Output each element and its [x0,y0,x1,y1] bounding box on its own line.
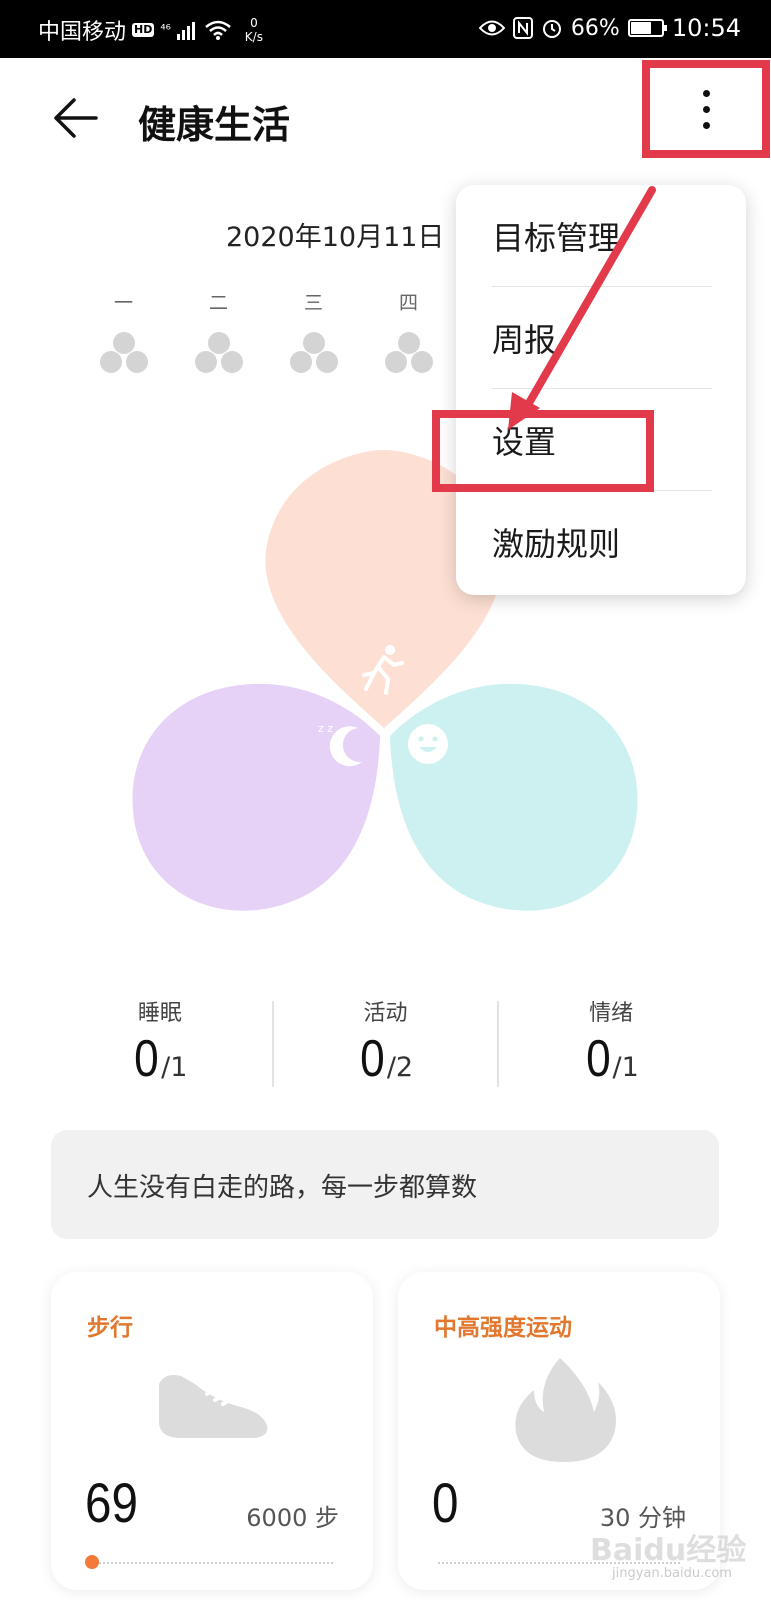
stat-activity[interactable]: 活动 0/2 [274,995,498,1095]
carrier-name: 中国移动 [38,20,127,45]
back-button[interactable] [52,96,100,140]
svg-text:z z: z z [318,722,333,735]
alarm-icon [542,20,561,38]
day-item[interactable]: 二 [171,288,266,374]
date-label[interactable]: 2020年10月11日 [226,215,444,254]
day-label: 一 [113,292,133,314]
stat-value: 0/2 [358,1033,413,1085]
smile-icon [408,724,448,764]
menu-item-label: 周报 [492,320,557,359]
stat-mood[interactable]: 情绪 0/1 [499,995,723,1095]
signal-icon [176,22,195,40]
walking-card[interactable]: 步行 69 6000 步 [51,1272,373,1590]
stat-value: 0/1 [584,1033,639,1085]
sleep-petal[interactable] [132,683,380,911]
day-item[interactable]: 三 [266,288,361,374]
stat-current: 0 [585,1030,611,1088]
stat-sleep[interactable]: 睡眠 0/1 [48,995,272,1095]
stat-current: 0 [360,1030,385,1088]
menu-item-goal-management[interactable]: 目标管理 [492,185,712,287]
more-dot [702,89,710,97]
day-item[interactable]: 一 [76,288,171,374]
battery-fill [630,22,651,34]
menu-item-weekly-report[interactable]: 周报 [492,287,712,389]
stat-current: 0 [134,1030,159,1088]
day-label: 二 [208,292,228,314]
stat-value: 0/1 [132,1033,187,1085]
app-header: 健康生活 [0,58,771,178]
stat-total: /1 [612,1052,639,1083]
day-label: 三 [303,292,323,314]
card-goal: 6000 步 [246,1504,339,1532]
network-type: ⁴⁶ [160,22,171,38]
status-bar: 中国移动 HD ⁴⁶ 0 K/s 66% 10:54 [0,0,771,58]
battery-icon [627,19,667,37]
flame-icon [515,1358,616,1462]
clover-icon [289,332,338,374]
speed-value: 0 [250,16,258,30]
stat-label: 睡眠 [137,1001,182,1026]
hd-badge: HD [132,23,155,37]
clock: 10:54 [671,14,741,42]
menu-item-label: 激励规则 [492,525,621,563]
more-options-button[interactable] [642,60,770,158]
clover-icon [194,332,243,374]
menu-item-incentive-rules[interactable]: 激励规则 [492,491,712,593]
back-arrow-icon [54,98,98,138]
day-label: 四 [398,292,418,314]
page-title: 健康生活 [138,103,291,147]
progress-dot [85,1555,99,1569]
stat-label: 情绪 [589,1001,634,1026]
more-dot [702,121,710,129]
card-title: 中高强度运动 [434,1315,572,1341]
card-value: 69 [85,1471,138,1534]
stats-row: 睡眠 0/1 活动 0/2 情绪 0/1 [48,995,723,1095]
status-right: 66% 10:54 [478,14,741,42]
overflow-menu: 目标管理 周报 设置 激励规则 [456,185,746,595]
card-value: 0 [432,1471,459,1534]
menu-item-label: 目标管理 [492,218,621,257]
wifi-icon [204,20,231,40]
battery-percent: 66% [570,15,620,41]
watermark-url: jingyan.baidu.com [612,1566,732,1581]
network-speed: 0 K/s [245,16,263,44]
week-row: 一 二 三 四 [76,288,456,374]
motto-text: 人生没有白走的路，每一步都算数 [87,1173,478,1203]
card-title: 步行 [87,1315,133,1341]
shoe-icon [159,1375,268,1438]
progress-track [91,1562,333,1564]
more-dot [702,105,710,113]
motto-banner: 人生没有白走的路，每一步都算数 [51,1130,719,1239]
watermark-logo: Baidu经验 [590,1533,747,1568]
stat-total: /2 [386,1052,414,1083]
stat-label: 活动 [363,1001,408,1026]
day-item[interactable]: 四 [361,288,456,374]
speed-unit: K/s [244,30,263,44]
clover-icon [99,332,148,374]
status-left: 中国移动 HD ⁴⁶ 0 K/s [38,14,263,46]
clover-icon [384,332,433,374]
stat-total: /1 [161,1052,188,1083]
nfc-icon [512,17,533,39]
settings-highlight-box [432,410,654,492]
eye-comfort-icon [478,20,505,36]
mood-petal[interactable] [390,683,638,911]
